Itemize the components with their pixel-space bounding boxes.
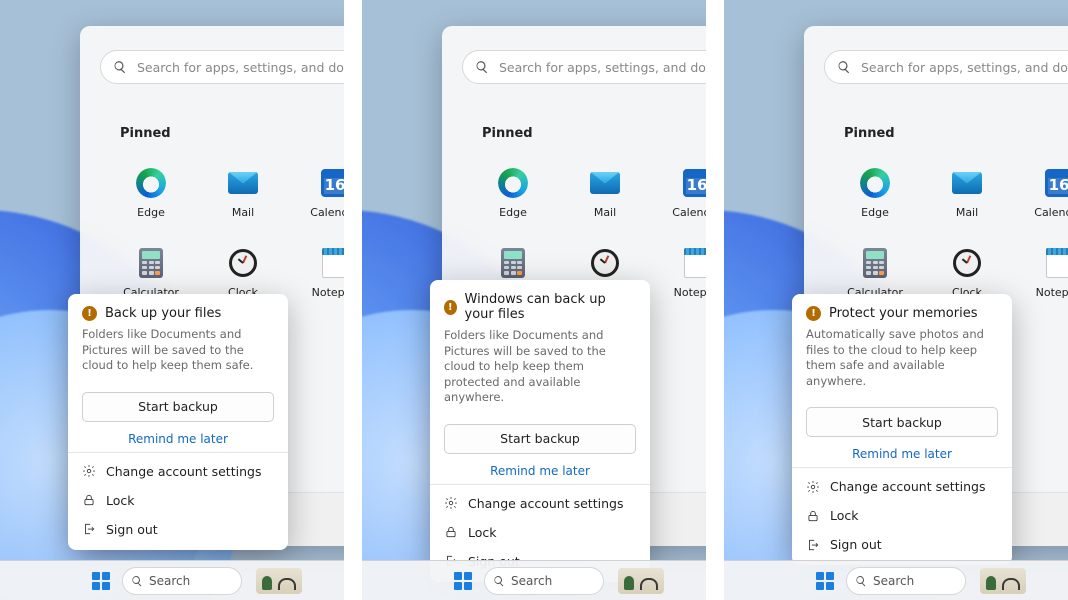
- lock-item[interactable]: Lock: [430, 518, 650, 547]
- taskbar-search[interactable]: Search: [484, 567, 604, 595]
- app-label: Edge: [499, 206, 527, 219]
- panel-3: Search for apps, settings, and documents…: [724, 0, 1068, 600]
- start-backup-button[interactable]: Start backup: [82, 392, 274, 422]
- taskbar-widget-icon[interactable]: [618, 568, 664, 594]
- calendar-icon: 16: [318, 166, 344, 200]
- clock-icon: [950, 246, 984, 280]
- edge-icon: [496, 166, 530, 200]
- start-backup-button[interactable]: Start backup: [806, 407, 998, 437]
- calendar-icon: 16: [680, 166, 706, 200]
- app-tile-calendar[interactable]: 16 Calendar: [289, 154, 344, 230]
- pinned-heading: Pinned: [844, 126, 895, 141]
- app-tile-notepad[interactable]: Notepad: [289, 234, 344, 310]
- taskbar: Search: [0, 560, 344, 600]
- account-flyout: ! Windows can back up your files Folders l…: [430, 280, 650, 582]
- start-button[interactable]: [450, 568, 476, 594]
- notepad-icon: [1042, 246, 1068, 280]
- flyout-title: Protect your memories: [829, 306, 977, 321]
- app-tile-mail[interactable]: Mail: [921, 154, 1013, 230]
- start-button[interactable]: [812, 568, 838, 594]
- separator: [792, 467, 1012, 468]
- flyout-title: Back up your files: [105, 306, 221, 321]
- change-account-settings[interactable]: Change account settings: [430, 489, 650, 518]
- app-tile-notepad[interactable]: Notepad: [651, 234, 706, 310]
- calendar-icon: 16: [1042, 166, 1068, 200]
- mail-icon: [950, 166, 984, 200]
- notepad-icon: [680, 246, 706, 280]
- app-tile-edge[interactable]: Edge: [105, 154, 197, 230]
- mail-icon: [588, 166, 622, 200]
- search-placeholder: Search for apps, settings, and documents: [861, 60, 1068, 75]
- separator: [430, 484, 650, 485]
- warning-icon: !: [82, 306, 97, 321]
- pinned-heading: Pinned: [120, 126, 171, 141]
- flyout-description: Automatically save photos and files to t…: [806, 327, 998, 389]
- app-tile-calendar[interactable]: 16 Calendar: [1013, 154, 1068, 230]
- start-search[interactable]: Search for apps, settings, and documents: [462, 50, 706, 84]
- taskbar: Search: [724, 560, 1068, 600]
- remind-later-link[interactable]: Remind me later: [792, 447, 1012, 461]
- warning-icon: !: [444, 300, 457, 315]
- calculator-icon: [858, 246, 892, 280]
- mail-icon: [226, 166, 260, 200]
- app-label: Mail: [594, 206, 616, 219]
- taskbar-search[interactable]: Search: [122, 567, 242, 595]
- app-label: Calendar: [310, 206, 344, 219]
- calculator-icon: [134, 246, 168, 280]
- app-tile-mail[interactable]: Mail: [559, 154, 651, 230]
- app-label: Calendar: [1034, 206, 1068, 219]
- app-label: Mail: [956, 206, 978, 219]
- start-search[interactable]: Search for apps, settings, and documents: [824, 50, 1068, 84]
- calculator-icon: [496, 246, 530, 280]
- start-button[interactable]: [88, 568, 114, 594]
- start-search[interactable]: Search for apps, settings, and documents: [100, 50, 344, 84]
- app-tile-notepad[interactable]: Notepad: [1013, 234, 1068, 310]
- remind-later-link[interactable]: Remind me later: [68, 432, 288, 446]
- account-flyout: ! Protect your memories Automatically save…: [792, 294, 1012, 565]
- edge-icon: [134, 166, 168, 200]
- start-backup-button[interactable]: Start backup: [444, 424, 636, 454]
- flyout-title: Windows can back up your files: [465, 292, 636, 322]
- panel-2: Search for apps, settings, and documents…: [362, 0, 706, 600]
- app-tile-calendar[interactable]: 16 Calendar: [651, 154, 706, 230]
- lock-item[interactable]: Lock: [792, 501, 1012, 530]
- account-flyout: ! Back up your files Folders like Document…: [68, 294, 288, 550]
- separator: [68, 452, 288, 453]
- change-account-settings[interactable]: Change account settings: [792, 472, 1012, 501]
- notepad-icon: [318, 246, 344, 280]
- panel-1: Search for apps, settings, and documents…: [0, 0, 344, 600]
- app-tile-mail[interactable]: Mail: [197, 154, 289, 230]
- clock-icon: [226, 246, 260, 280]
- taskbar-widget-icon[interactable]: [980, 568, 1026, 594]
- sign-out-item[interactable]: Sign out: [792, 530, 1012, 559]
- flyout-description: Folders like Documents and Pictures will…: [444, 328, 636, 406]
- search-placeholder: Search for apps, settings, and documents: [137, 60, 344, 75]
- app-label: Notepad: [1036, 286, 1068, 299]
- remind-later-link[interactable]: Remind me later: [430, 464, 650, 478]
- taskbar-widget-icon[interactable]: [256, 568, 302, 594]
- taskbar-search[interactable]: Search: [846, 567, 966, 595]
- lock-item[interactable]: Lock: [68, 486, 288, 515]
- app-tile-edge[interactable]: Edge: [829, 154, 921, 230]
- search-placeholder: Search for apps, settings, and documents: [499, 60, 706, 75]
- app-label: Edge: [861, 206, 889, 219]
- app-label: Calendar: [672, 206, 706, 219]
- edge-icon: [858, 166, 892, 200]
- app-tile-edge[interactable]: Edge: [467, 154, 559, 230]
- sign-out-item[interactable]: Sign out: [68, 515, 288, 544]
- change-account-settings[interactable]: Change account settings: [68, 457, 288, 486]
- app-label: Mail: [232, 206, 254, 219]
- taskbar: Search: [362, 560, 706, 600]
- flyout-description: Folders like Documents and Pictures will…: [82, 327, 274, 374]
- warning-icon: !: [806, 306, 821, 321]
- app-label: Notepad: [312, 286, 344, 299]
- app-label: Notepad: [674, 286, 706, 299]
- pinned-heading: Pinned: [482, 126, 533, 141]
- clock-icon: [588, 246, 622, 280]
- app-label: Edge: [137, 206, 165, 219]
